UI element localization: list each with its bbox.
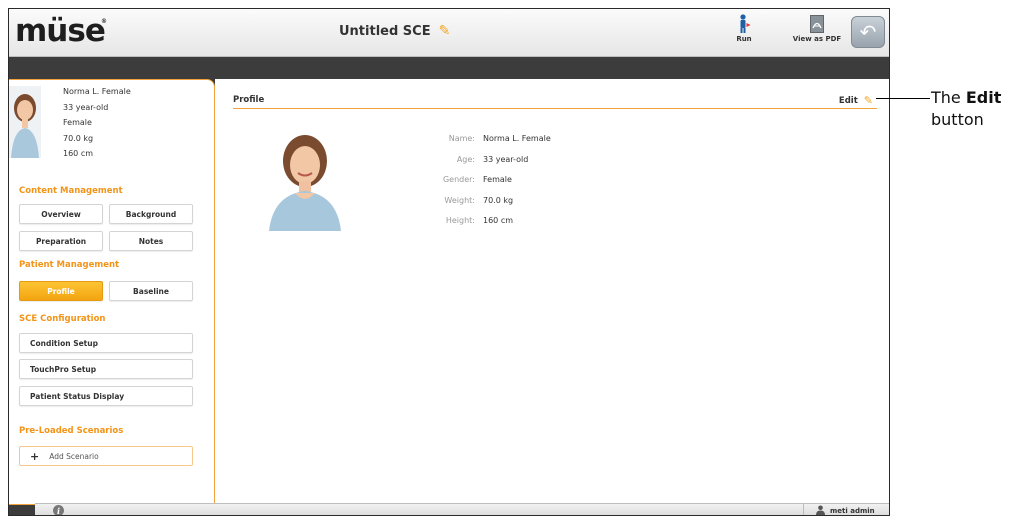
info-icon[interactable]: i: [53, 505, 64, 515]
edit-label: Edit: [838, 95, 858, 106]
callout-leader-line: [876, 98, 930, 99]
patient-gender: Female: [63, 118, 92, 127]
back-button[interactable]: ↶: [851, 16, 885, 48]
add-scenario-label: Add Scenario: [49, 451, 99, 461]
detail-row-gender: Gender: Female: [435, 170, 551, 191]
height-label: Height:: [445, 216, 475, 225]
pdf-icon: [810, 13, 824, 35]
patient-status-display-button[interactable]: Patient Status Display: [19, 386, 193, 406]
condition-setup-button[interactable]: Condition Setup: [19, 333, 193, 353]
view-as-pdf-button[interactable]: View as PDF: [787, 13, 847, 53]
patient-summary-card: Norma L. Female 33 year-old Female 70.0 …: [9, 80, 215, 172]
patient-weight: 70.0 kg: [63, 133, 94, 143]
detail-row-age: Age: 33 year-old: [435, 150, 551, 171]
run-icon: [737, 13, 751, 35]
muse-logo: müse ®: [15, 13, 107, 49]
patient-age: 33 year-old: [63, 102, 109, 112]
view-as-pdf-label: View as PDF: [792, 35, 842, 43]
run-label: Run: [736, 35, 752, 43]
status-bar: i meti admin: [35, 503, 889, 515]
patient-summary-info: Norma L. Female 33 year-old Female 70.0 …: [63, 84, 131, 162]
sidebar: Norma L. Female 33 year-old Female 70.0 …: [9, 79, 215, 505]
background-button[interactable]: Background: [109, 204, 193, 224]
profile-panel: Profile Edit ✎ Name: Norma L. Female Age…: [215, 79, 889, 505]
content-management-heading: Content Management: [19, 186, 123, 196]
edit-button[interactable]: Edit ✎: [839, 94, 873, 107]
baseline-button[interactable]: Baseline: [109, 281, 193, 301]
name-label: Name:: [448, 134, 475, 143]
patient-thumbnail: [9, 86, 41, 158]
age-label: Age:: [456, 154, 475, 164]
header-band: [9, 57, 889, 79]
age-value: 33 year-old: [483, 154, 529, 164]
user-menu[interactable]: meti admin: [803, 504, 889, 515]
sce-configuration-heading: SCE Configuration: [19, 314, 106, 324]
weight-value: 70.0 kg: [483, 195, 514, 205]
callout-suffix: button: [931, 110, 984, 129]
patient-name: Norma L. Female: [63, 87, 131, 96]
edit-button-callout: The Edit button: [931, 87, 1001, 131]
patient-details: Name: Norma L. Female Age: 33 year-old G…: [435, 129, 551, 232]
profile-section-title: Profile: [233, 95, 265, 105]
sce-title-text: Untitled SCE: [339, 23, 431, 39]
touchpro-setup-button[interactable]: TouchPro Setup: [19, 359, 193, 379]
profile-header: Profile Edit ✎: [233, 93, 877, 109]
detail-row-weight: Weight: 70.0 kg: [435, 191, 551, 212]
plus-icon: +: [30, 449, 40, 463]
patient-photo: [265, 125, 345, 231]
add-scenario-button[interactable]: + Add Scenario: [19, 446, 193, 466]
run-button[interactable]: Run: [726, 13, 762, 53]
height-value: 160 cm: [483, 216, 514, 225]
gender-label: Gender:: [442, 175, 475, 184]
user-name: meti admin: [830, 507, 875, 515]
weight-label: Weight:: [444, 195, 475, 205]
edit-pencil-icon: ✎: [863, 94, 873, 107]
profile-button[interactable]: Profile: [19, 281, 103, 301]
preparation-button[interactable]: Preparation: [19, 231, 103, 251]
muse-app-window: müse ® Untitled SCE ✎ Run View as PDF ↶ …: [8, 8, 890, 516]
patient-management-heading: Patient Management: [19, 260, 120, 270]
notes-button[interactable]: Notes: [109, 231, 193, 251]
detail-row-height: Height: 160 cm: [435, 211, 551, 232]
gender-value: Female: [483, 175, 512, 184]
pre-loaded-scenarios-heading: Pre-Loaded Scenarios: [19, 426, 124, 436]
name-value: Norma L. Female: [483, 134, 551, 143]
callout-bold: Edit: [965, 88, 1002, 107]
overview-button[interactable]: Overview: [19, 204, 103, 224]
patient-height: 160 cm: [63, 149, 94, 158]
user-icon: [816, 505, 825, 515]
detail-row-name: Name: Norma L. Female: [435, 129, 551, 150]
callout-prefix: The: [931, 88, 961, 107]
top-bar: müse ® Untitled SCE ✎ Run View as PDF ↶: [9, 9, 889, 57]
back-arrow-icon: ↶: [859, 20, 877, 44]
edit-title-pencil-icon[interactable]: ✎: [439, 23, 451, 39]
sce-title: Untitled SCE ✎: [339, 23, 539, 39]
